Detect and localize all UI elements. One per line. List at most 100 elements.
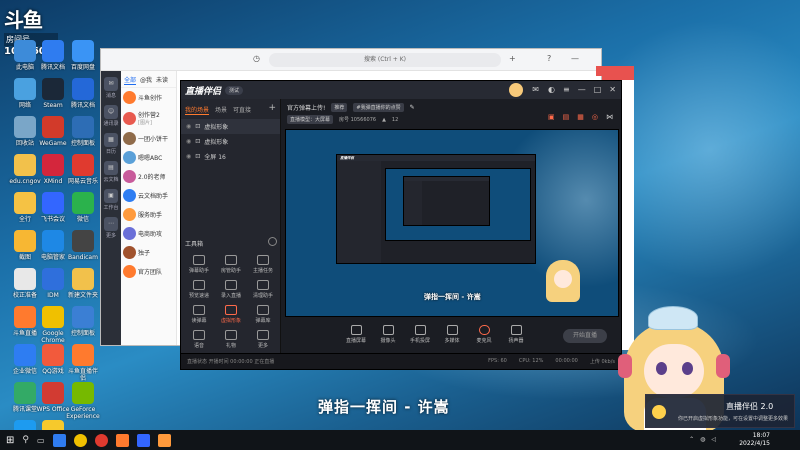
tab-all[interactable]: 全部 [124, 75, 137, 85]
taskbar-streamer-icon[interactable] [157, 433, 171, 447]
settings-icon[interactable] [268, 237, 277, 246]
lock-icon[interactable]: ⊡ [195, 138, 200, 145]
list-item[interactable]: 服务助手 [121, 205, 176, 224]
taskbar-edge-icon[interactable] [52, 433, 66, 447]
skin-icon[interactable]: ◐ [548, 85, 555, 94]
source-control-button[interactable]: 多媒体 [441, 325, 463, 344]
gift-icon[interactable]: ▣ [548, 113, 555, 121]
desktop-icon[interactable]: 斗鱼直播伴侣 [66, 344, 100, 382]
add-icon[interactable]: + [509, 54, 516, 63]
list-item[interactable]: 独子 [121, 243, 176, 262]
desktop-icon[interactable]: Steam [36, 78, 70, 109]
tool-button[interactable]: 更多 [247, 330, 279, 349]
minimize-icon[interactable]: — [578, 85, 586, 94]
list-item[interactable]: 电商助攻 [121, 224, 176, 243]
task-view-icon[interactable]: ▭ [37, 436, 45, 445]
tab-my-scenes[interactable]: 我的场景 [185, 105, 210, 115]
desktop-icon[interactable]: 腾讯文档 [66, 78, 100, 109]
list-item[interactable]: 创作营2 [图片] [121, 107, 176, 129]
desktop-icon[interactable]: XMind [36, 154, 70, 185]
edit-icon[interactable]: ✎ [410, 104, 415, 111]
tool-button[interactable]: 弹幕库 [247, 305, 279, 324]
scene-item[interactable]: ◉ ⊡ 全屏 16 [181, 149, 280, 164]
rail-item-contacts[interactable]: ☺ 通讯录 [101, 105, 121, 127]
tab-mentions[interactable]: @我 [140, 75, 152, 85]
help-icon[interactable]: ? [547, 54, 551, 63]
scene-item[interactable]: ◉ ⊡ 虚拟形象 [181, 119, 280, 134]
desktop-icon[interactable]: 控制面板 [66, 116, 100, 147]
chat-search-input[interactable]: 搜索 (Ctrl + K) [269, 53, 501, 67]
desktop-icon[interactable]: 控制面板 [66, 306, 100, 337]
tool-button[interactable]: 虚拟形象 [215, 305, 247, 324]
desktop-icon[interactable]: 飞书会议 [36, 192, 70, 223]
start-live-button[interactable]: 开始直播 [563, 329, 607, 343]
list-item[interactable]: 云文档助手 [121, 186, 176, 205]
eye-icon[interactable]: ◉ [186, 123, 191, 130]
message-icon[interactable]: ✉ [532, 85, 539, 94]
notification-toast[interactable]: 直播伴侣 2.0 你已开启虚拟形象功能，可在设置中调整更多效果 [645, 394, 795, 428]
list-item[interactable]: 一团小饼干 [121, 129, 176, 148]
eye-icon[interactable]: ◉ [186, 153, 191, 160]
list-item[interactable]: 斗鱼创作 [121, 88, 176, 107]
tool-button[interactable]: 弹幕助手 [183, 255, 215, 274]
shop-icon[interactable]: ▦ [577, 113, 584, 121]
desktop-icon[interactable]: IDM [36, 268, 70, 299]
tray-up-icon[interactable]: ⌃ [689, 436, 694, 443]
desktop-icon[interactable]: WeGame [36, 116, 70, 147]
rail-item-messages[interactable]: ✉ 消息 [101, 77, 121, 99]
desktop-icon[interactable]: 网易云音乐 [66, 154, 100, 185]
volume-icon[interactable]: ◁ [711, 436, 716, 443]
close-icon[interactable]: ✕ [609, 85, 616, 94]
add-scene-button[interactable]: + [268, 104, 276, 115]
eye-icon[interactable]: ◉ [186, 138, 191, 145]
rail-item-docs[interactable]: ▤ 云文档 [101, 161, 121, 183]
taskbar-douyu-icon[interactable] [115, 433, 129, 447]
bell-icon[interactable]: ◎ [592, 113, 598, 121]
rail-item-calendar[interactable]: ▦ 日历 [101, 133, 121, 155]
tool-button[interactable]: 主播任务 [247, 255, 279, 274]
source-control-button[interactable]: 直播屏幕 [345, 325, 367, 344]
rail-item-more[interactable]: ⋯ 更多 [101, 217, 121, 239]
lock-icon[interactable]: ⊡ [195, 123, 200, 130]
avatar[interactable] [509, 83, 523, 97]
desktop-icon[interactable]: 电脑管家 [36, 230, 70, 261]
tag-hashtag[interactable]: #我弹直播你的点赞 [353, 103, 404, 112]
stream-preview[interactable]: 直播伴侣 弹指一挥间 - 许嵩 [285, 129, 619, 317]
history-icon[interactable]: ◷ [253, 54, 260, 63]
taskbar-music-icon[interactable] [94, 433, 108, 447]
network-icon[interactable]: ◍ [700, 436, 705, 443]
share-icon[interactable]: ⋈ [606, 113, 613, 121]
desktop-icon[interactable]: WPS Office [36, 382, 70, 413]
minimize-icon[interactable]: — [571, 54, 579, 63]
desktop-icon[interactable]: 微信 [66, 192, 100, 223]
lock-icon[interactable]: ⊡ [195, 153, 200, 160]
taskbar-chrome-icon[interactable] [73, 433, 87, 447]
desktop-icon[interactable]: Bandicam [66, 230, 100, 261]
scene-item[interactable]: ◉ ⊡ 虚拟形象 [181, 134, 280, 149]
chart-icon[interactable]: ▤ [563, 113, 570, 121]
maximize-icon[interactable]: □ [594, 85, 602, 94]
desktop-icon[interactable]: GeForce Experience [66, 382, 100, 420]
source-control-button[interactable]: 手机投屏 [409, 325, 431, 344]
tool-button[interactable]: 房管助手 [215, 255, 247, 274]
tab-scenes[interactable]: 场景 [215, 105, 227, 115]
rail-item-workbench[interactable]: ▣ 工作台 [101, 189, 121, 211]
desktop-icon[interactable]: QQ游戏 [36, 344, 70, 375]
tool-button[interactable]: 录入直播 [215, 280, 247, 299]
tab-unread[interactable]: 未读 [156, 75, 168, 85]
taskbar-feishu-icon[interactable] [136, 433, 150, 447]
tool-button[interactable]: 预览速递 [183, 280, 215, 299]
desktop-icon[interactable]: 百度网盘 [66, 40, 100, 71]
desktop-icon[interactable]: 新建文件夹 [66, 268, 100, 299]
clock[interactable]: 18:07 2022/4/15 [739, 432, 770, 448]
desktop-icon[interactable]: 腾讯文档 [36, 40, 70, 71]
tool-button[interactable]: 清理助手 [247, 280, 279, 299]
category-badge[interactable]: 直播模型：大屏幕 [287, 115, 334, 124]
list-item[interactable]: 2.0的老师 [121, 167, 176, 186]
stream-title[interactable]: 官方弹幕上传! [287, 103, 325, 112]
list-item[interactable]: 嗯嗯ABC [121, 148, 176, 167]
windows-start-icon[interactable]: ⊞ [6, 435, 14, 446]
list-item[interactable]: 官方团队 [121, 262, 176, 281]
source-control-button[interactable]: 扬声器 [505, 325, 527, 344]
source-control-button[interactable]: 麦克风 [473, 325, 495, 344]
